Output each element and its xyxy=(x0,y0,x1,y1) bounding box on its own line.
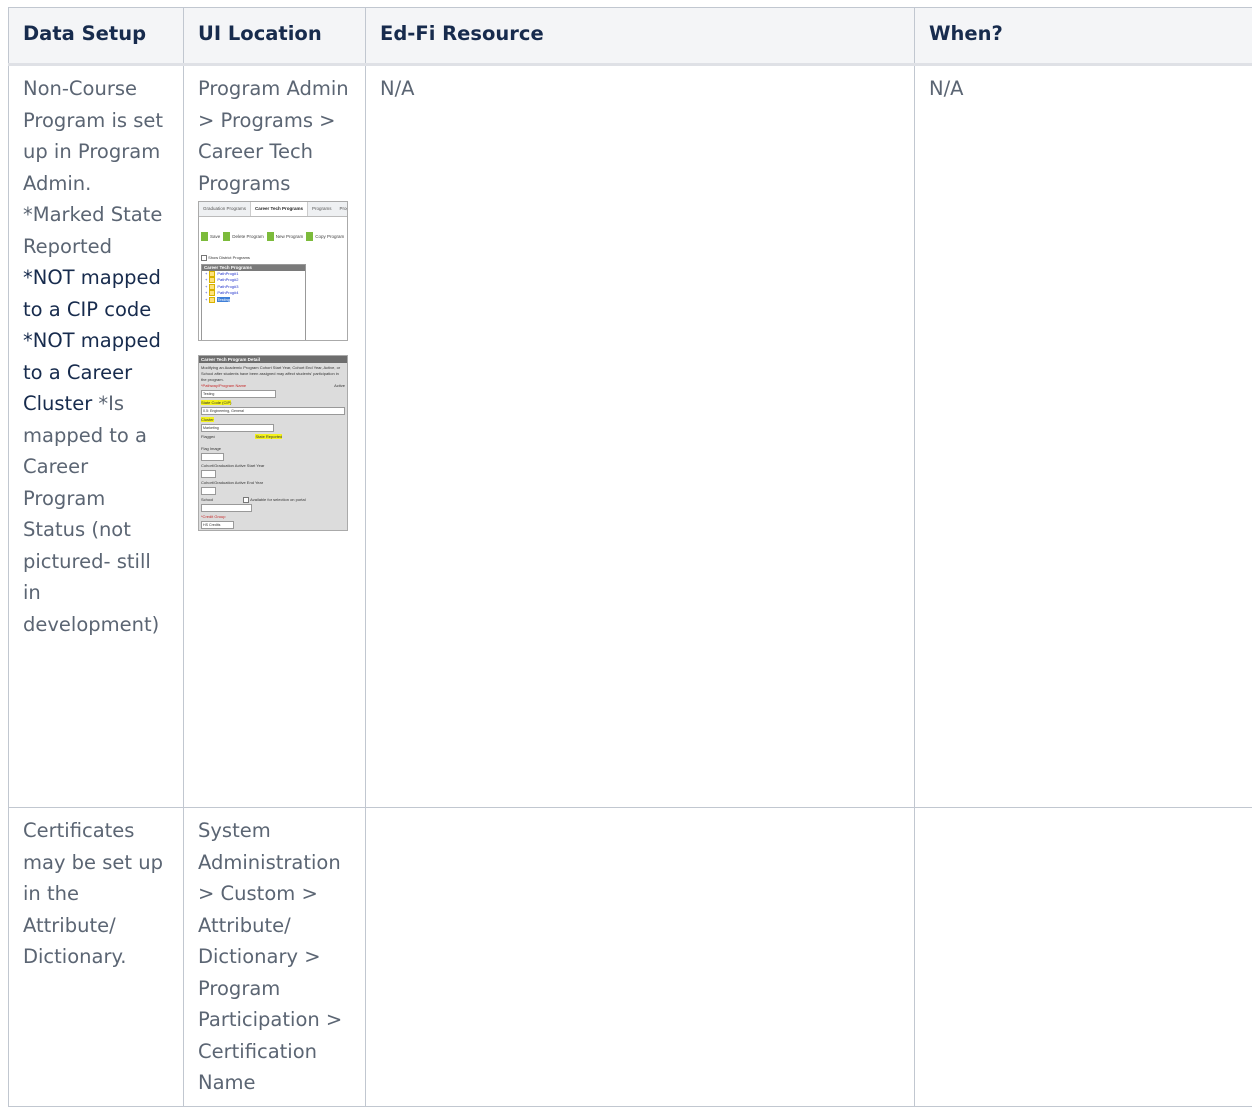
header-ui-location: UI Location xyxy=(184,8,366,65)
delete-program-button: Delete Program xyxy=(223,221,264,253)
screenshot-toolbar: Save Delete Program New Program Copy Pro… xyxy=(199,217,347,255)
ui-location-text: Program Admin > Programs > Career Tech P… xyxy=(198,73,351,199)
cell-edfi-resource: N/A xyxy=(366,65,915,808)
flag-image-field xyxy=(201,453,224,461)
career-tech-programs-screenshot: Graduation Programs Career Tech Programs… xyxy=(198,201,348,341)
data-setup-table: Data Setup UI Location Ed-Fi Resource Wh… xyxy=(8,7,1252,1107)
portal-checkbox-label: Available for selection on portal xyxy=(243,497,305,503)
cell-when: N/A xyxy=(915,65,1252,808)
cell-data-setup: Certificates may be set up in the Attrib… xyxy=(9,808,184,1107)
state-code-label: State Code (CIP) xyxy=(201,400,231,405)
folder-icon xyxy=(209,277,215,283)
cell-ui-location: System Administration > Custom > Attribu… xyxy=(184,808,366,1107)
tab-career-tech-programs: Career Tech Programs xyxy=(250,202,308,216)
cluster-label: Cluster xyxy=(201,417,214,422)
save-icon xyxy=(201,232,208,241)
table-header-row: Data Setup UI Location Ed-Fi Resource Wh… xyxy=(9,8,1252,65)
tab-programs: Programs xyxy=(308,202,336,216)
copy-icon xyxy=(306,232,313,241)
flag-image-label: Flag Image xyxy=(201,446,345,452)
data-setup-text-1: Non-Course Program is set up in Program … xyxy=(23,77,163,258)
folder-icon xyxy=(209,290,215,296)
cluster-field: Marketing xyxy=(201,424,274,432)
program-name-field: Testing xyxy=(201,390,276,398)
state-code-field: 0.5: Engineering, General xyxy=(201,407,345,415)
flagged-label: Flagged xyxy=(201,434,215,440)
credit-group-field: HS Credits xyxy=(201,521,234,529)
new-program-button: New Program xyxy=(267,221,304,253)
start-year-label: Cohort/Graduation Active Start Year xyxy=(201,463,345,469)
tab-graduation-programs: Graduation Programs xyxy=(199,202,250,216)
state-reported-label: State Reported xyxy=(255,434,282,439)
active-label: Active xyxy=(334,383,345,389)
start-year-field xyxy=(201,470,216,478)
data-setup-text-2: *NOT mapped to a CIP code *NOT mapped to… xyxy=(23,266,161,415)
school-field xyxy=(201,504,252,512)
data-setup-text-3: *Is mapped to a Career Program Status (n… xyxy=(23,392,159,636)
checkbox-icon xyxy=(243,497,249,503)
program-tree: Career Tech Programs +PathProg#1 +PathPr… xyxy=(201,264,306,341)
checkbox-icon xyxy=(201,255,207,261)
cell-data-setup: Non-Course Program is set up in Program … xyxy=(9,65,184,808)
detail-header: Career Tech Program Detail xyxy=(199,356,347,363)
folder-icon xyxy=(209,271,215,277)
end-year-label: Cohort/Graduation Active End Year xyxy=(201,480,345,486)
header-edfi-resource: Ed-Fi Resource xyxy=(366,8,915,65)
cell-edfi-resource xyxy=(366,808,915,1107)
cell-ui-location: Program Admin > Programs > Career Tech P… xyxy=(184,65,366,808)
tree-item-selected: +Testing xyxy=(202,297,305,304)
copy-program-button: Copy Program xyxy=(306,221,344,253)
header-when: When? xyxy=(915,8,1252,65)
folder-icon xyxy=(209,297,215,303)
new-icon xyxy=(267,232,274,241)
credit-group-label: *Credit Group xyxy=(201,514,345,520)
career-tech-program-detail-screenshot: Career Tech Program Detail Modifying an … xyxy=(198,355,348,531)
table-row: Certificates may be set up in the Attrib… xyxy=(9,808,1252,1107)
header-data-setup: Data Setup xyxy=(9,8,184,65)
tab-program-sessions: Program Sessions xyxy=(336,202,349,216)
cell-when xyxy=(915,808,1252,1107)
show-district-checkbox: Show District Programs xyxy=(199,255,347,261)
school-label: School xyxy=(201,497,213,503)
detail-notice: Modifying an Academic Program Cohort Sta… xyxy=(201,365,345,383)
delete-icon xyxy=(223,232,230,241)
end-year-field xyxy=(201,487,216,495)
screenshot-tabs: Graduation Programs Career Tech Programs… xyxy=(199,202,347,217)
program-name-label: *Pathway/Program Name xyxy=(201,383,246,389)
detail-body: Modifying an Academic Program Cohort Sta… xyxy=(199,363,347,531)
folder-icon xyxy=(209,284,215,290)
table-row: Non-Course Program is set up in Program … xyxy=(9,65,1252,808)
save-button: Save xyxy=(201,221,220,253)
